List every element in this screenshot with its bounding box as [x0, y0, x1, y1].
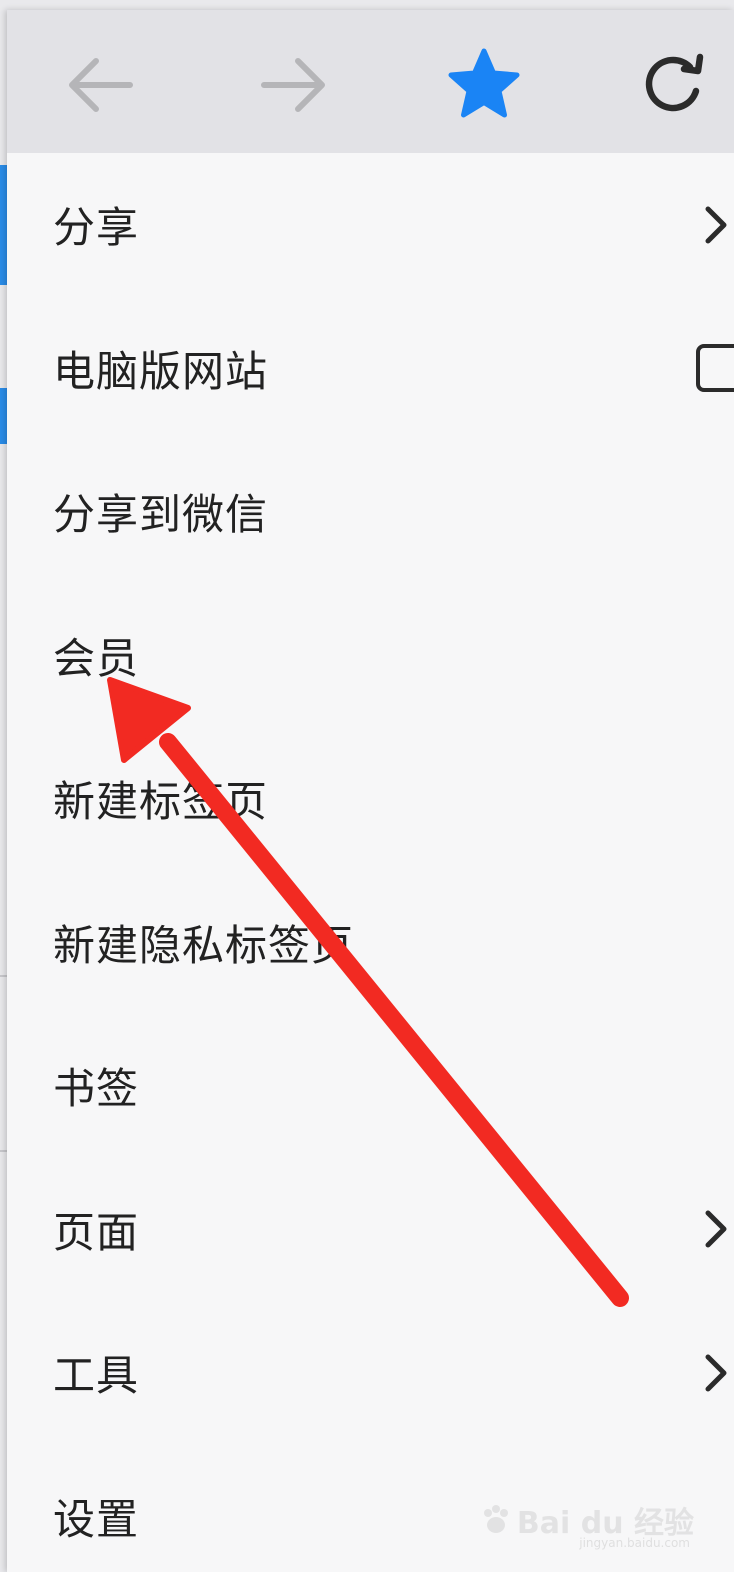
menu-item-label: 分享到微信	[53, 490, 269, 540]
back-button[interactable]	[55, 40, 145, 130]
menu-item-label: 设置	[53, 1494, 140, 1544]
menu-item-label: 电脑版网站	[53, 346, 269, 396]
menu-item-label: 工具	[53, 1351, 140, 1401]
menu-item-page[interactable]: 页面	[7, 1158, 734, 1302]
menu-item-tools[interactable]: 工具	[7, 1301, 734, 1445]
forward-button[interactable]	[249, 40, 339, 130]
menu-list: 分享 电脑版网站 分享到微信 会员 新建标签页 新建隐私标签页 书签 页面 工具…	[7, 153, 734, 1572]
menu-item-share-wechat[interactable]: 分享到微信	[7, 440, 734, 584]
menu-item-new-tab[interactable]: 新建标签页	[7, 727, 734, 871]
menu-item-label: 分享	[53, 203, 140, 253]
watermark-url: jingyan.baidu.com	[579, 1536, 690, 1550]
menu-item-desktop-site[interactable]: 电脑版网站	[7, 297, 734, 441]
menu-item-label: 页面	[53, 1207, 140, 1257]
menu-item-bookmarks[interactable]: 书签	[7, 1014, 734, 1158]
menu-item-label: 新建标签页	[53, 777, 269, 827]
reload-button[interactable]	[629, 40, 719, 130]
bookmark-button[interactable]	[439, 40, 529, 130]
star-icon	[448, 48, 520, 118]
menu-item-label: 新建隐私标签页	[53, 920, 355, 970]
menu-item-new-private-tab[interactable]: 新建隐私标签页	[7, 871, 734, 1015]
menu-toolbar	[7, 10, 734, 153]
menu-item-label: 书签	[53, 1064, 140, 1114]
chevron-right-icon	[705, 1210, 727, 1248]
chevron-right-icon	[705, 206, 727, 244]
arrow-right-icon	[261, 58, 325, 112]
menu-item-membership[interactable]: 会员	[7, 584, 734, 728]
desktop-site-checkbox[interactable]	[696, 344, 734, 393]
menu-item-label: 会员	[53, 633, 140, 683]
paw-icon	[483, 1505, 508, 1533]
browser-menu-panel: 分享 电脑版网站 分享到微信 会员 新建标签页 新建隐私标签页 书签 页面 工具…	[7, 10, 734, 1572]
chevron-right-icon	[705, 1354, 727, 1392]
menu-item-share[interactable]: 分享	[7, 153, 734, 297]
reload-icon	[645, 53, 704, 112]
screen: 分享 电脑版网站 分享到微信 会员 新建标签页 新建隐私标签页 书签 页面 工具…	[0, 0, 734, 1572]
arrow-left-icon	[69, 58, 133, 112]
